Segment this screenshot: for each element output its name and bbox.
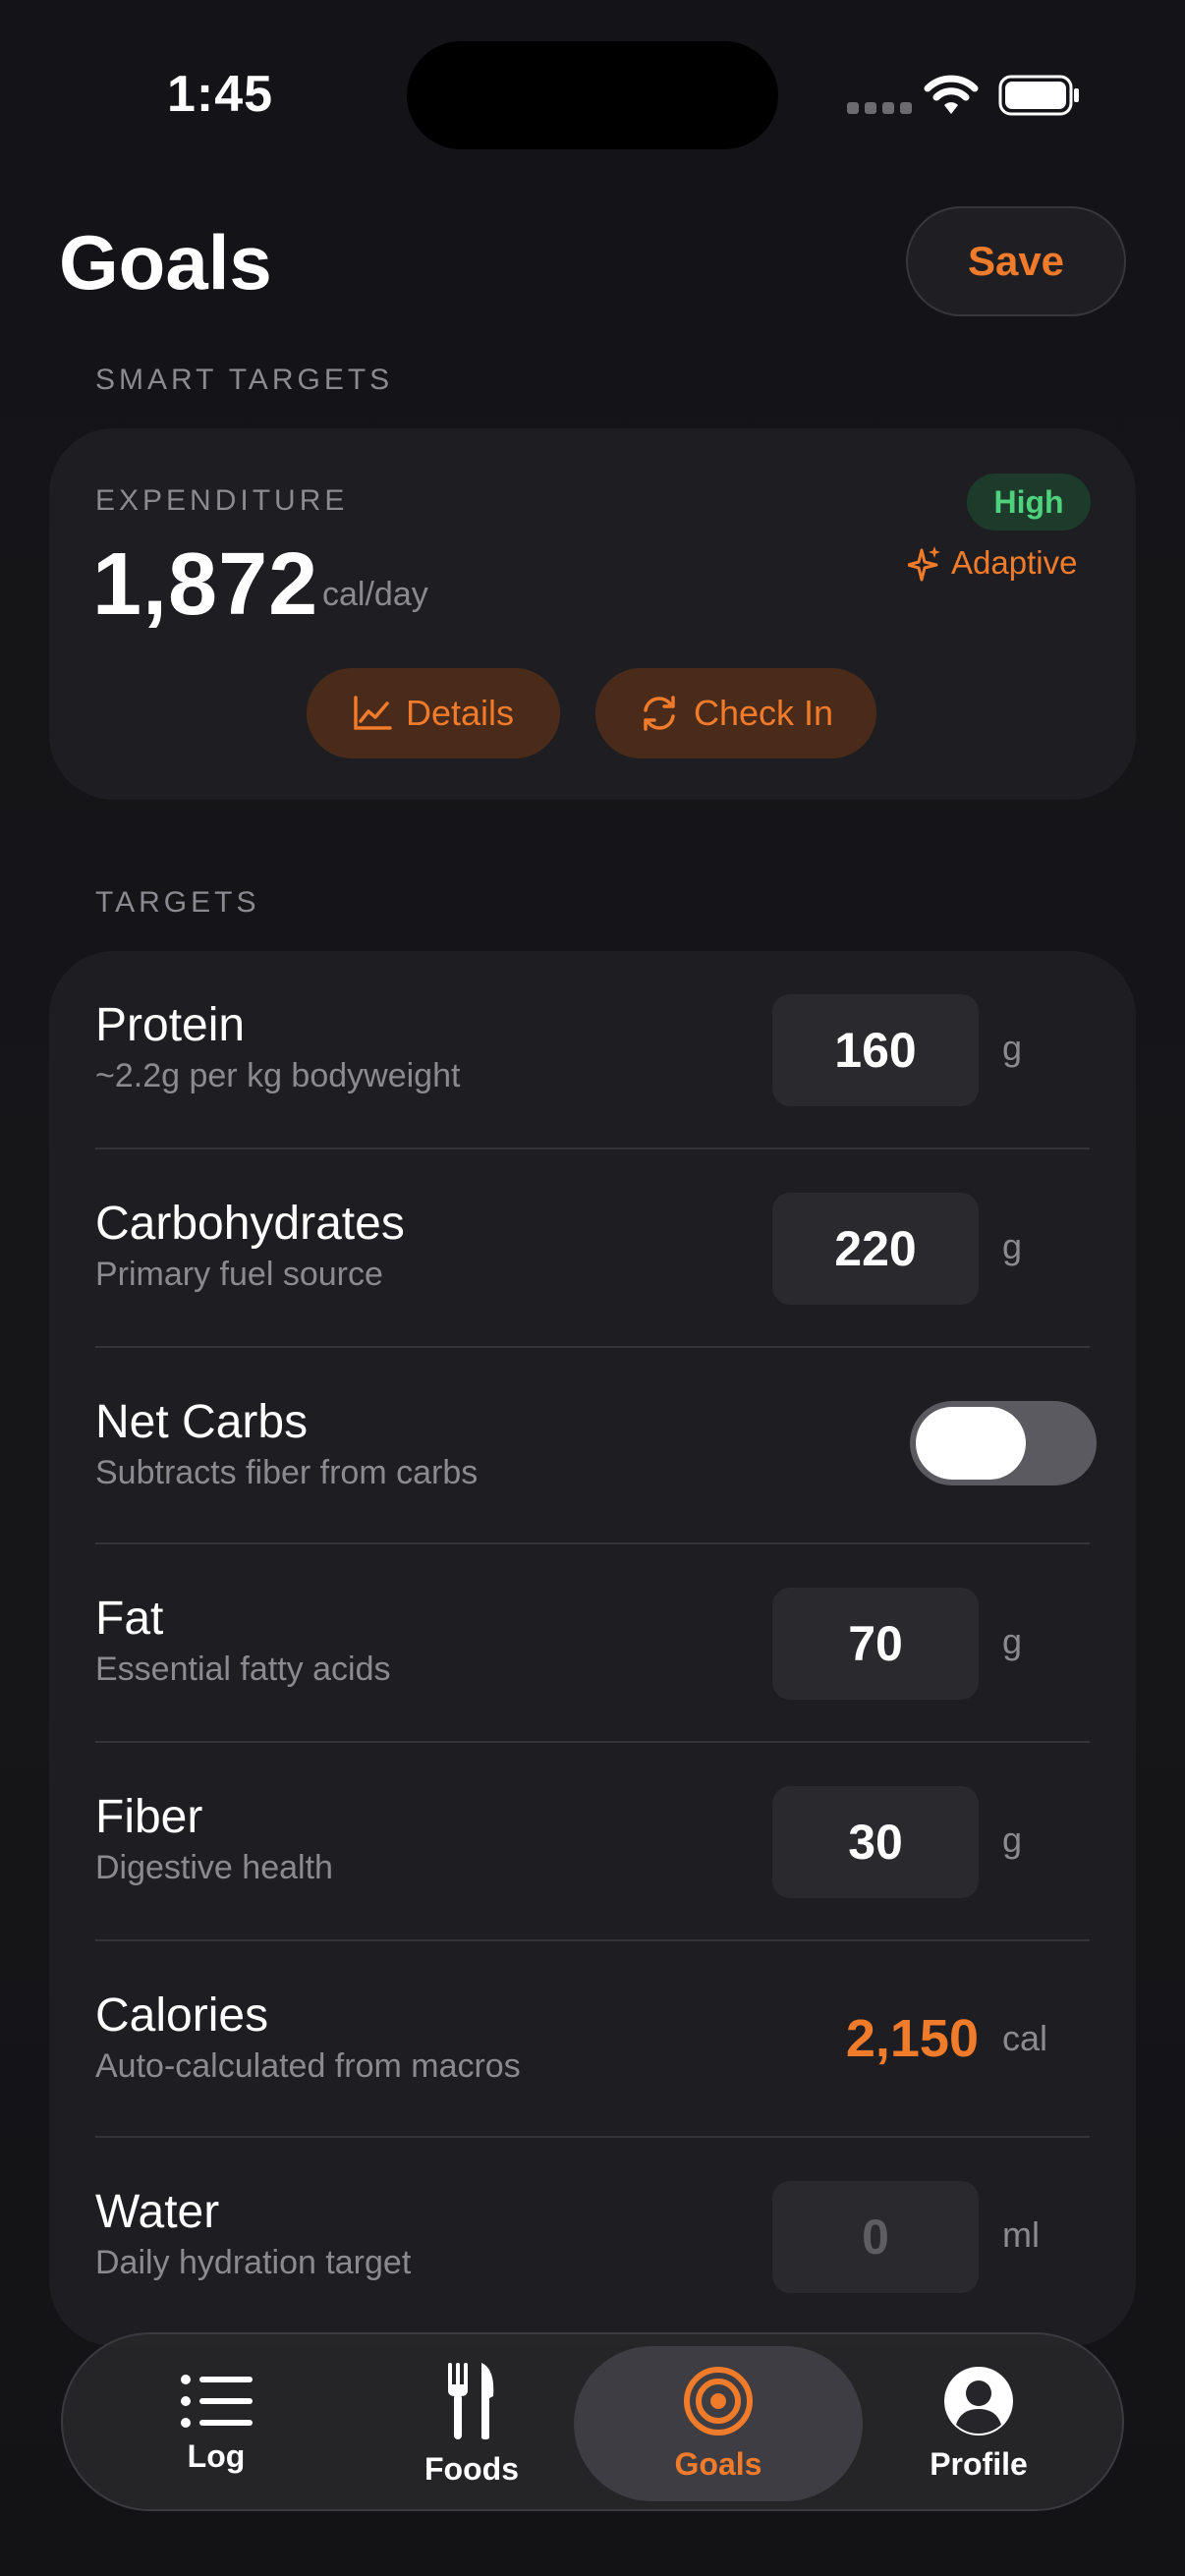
target-row-protein: Protein ~2.2g per kg bodyweight 160 g bbox=[49, 951, 1136, 1149]
target-description: Essential fatty acids bbox=[95, 1651, 391, 1688]
target-unit: g bbox=[1002, 1820, 1023, 1860]
toggle-knob bbox=[916, 1407, 1026, 1480]
target-description: Digestive health bbox=[95, 1849, 333, 1886]
tab-label: Log bbox=[187, 2437, 246, 2474]
page-title: Goals bbox=[59, 219, 272, 306]
tab-log[interactable]: Log bbox=[102, 2334, 330, 2513]
target-row-fat: Fat Essential fatty acids 70 g bbox=[49, 1544, 1136, 1743]
target-icon bbox=[684, 2366, 753, 2436]
expenditure-label: EXPENDITURE bbox=[95, 484, 349, 517]
target-name: Water bbox=[95, 2186, 220, 2238]
fat-input[interactable]: 70 bbox=[772, 1588, 979, 1700]
expenditure-unit: cal/day bbox=[322, 576, 428, 613]
target-name: Fiber bbox=[95, 1791, 203, 1843]
tab-label: Goals bbox=[674, 2445, 762, 2482]
tab-goals[interactable]: Goals bbox=[574, 2346, 863, 2501]
person-circle-icon bbox=[944, 2366, 1013, 2436]
adaptive-label: Adaptive bbox=[951, 544, 1078, 581]
tab-label: Foods bbox=[424, 2450, 519, 2487]
details-button[interactable]: Details bbox=[307, 668, 560, 758]
target-row-water: Water Daily hydration target 0 ml bbox=[49, 2138, 1136, 2336]
details-label: Details bbox=[405, 693, 515, 733]
line-chart-icon bbox=[354, 696, 392, 730]
expenditure-card: EXPENDITURE 1,872 cal/day High Adaptive … bbox=[49, 428, 1136, 800]
target-description: Primary fuel source bbox=[95, 1256, 383, 1293]
cellular-signal-icon bbox=[847, 102, 912, 114]
tab-foods[interactable]: Foods bbox=[358, 2334, 586, 2513]
section-label-smart-targets: SMART TARGETS bbox=[95, 364, 394, 396]
tab-label: Profile bbox=[930, 2445, 1028, 2482]
tab-bar: Log Foods Goals Profile bbox=[61, 2332, 1124, 2511]
target-name: Protein bbox=[95, 999, 246, 1051]
target-row-carbohydrates: Carbohydrates Primary fuel source 220 g bbox=[49, 1149, 1136, 1348]
wifi-icon bbox=[924, 75, 979, 114]
fiber-input[interactable]: 30 bbox=[772, 1786, 979, 1898]
net-carbs-toggle[interactable] bbox=[910, 1401, 1097, 1485]
target-row-fiber: Fiber Digestive health 30 g bbox=[49, 1743, 1136, 1941]
target-name: Net Carbs bbox=[95, 1396, 309, 1448]
goals-screen: 1:45 Goals Save SMART TARGETS EXPENDITUR… bbox=[0, 0, 1185, 2576]
sparkle-icon bbox=[908, 546, 940, 582]
check-in-button[interactable]: Check In bbox=[595, 668, 876, 758]
list-icon bbox=[181, 2374, 253, 2428]
status-time: 1:45 bbox=[167, 66, 274, 123]
target-row-calories: Calories Auto-calculated from macros 2,1… bbox=[49, 1941, 1136, 2138]
carbohydrates-input[interactable]: 220 bbox=[772, 1193, 979, 1305]
target-name: Calories bbox=[95, 1989, 269, 2042]
check-in-label: Check In bbox=[693, 693, 834, 733]
target-description: Subtracts fiber from carbs bbox=[95, 1454, 479, 1491]
adaptive-indicator: Adaptive bbox=[908, 544, 1077, 582]
targets-card: Protein ~2.2g per kg bodyweight 160 g Ca… bbox=[49, 951, 1136, 2346]
target-unit: g bbox=[1002, 1621, 1023, 1661]
protein-input[interactable]: 160 bbox=[772, 994, 979, 1106]
section-label-targets: TARGETS bbox=[95, 886, 260, 919]
target-name: Carbohydrates bbox=[95, 1198, 405, 1250]
target-unit: g bbox=[1002, 1226, 1023, 1266]
target-description: Auto-calculated from macros bbox=[95, 2047, 521, 2085]
dynamic-island bbox=[407, 41, 778, 149]
target-unit: cal bbox=[1002, 2018, 1048, 2058]
battery-icon bbox=[998, 75, 1079, 116]
save-button[interactable]: Save bbox=[906, 206, 1126, 316]
target-row-net-carbs: Net Carbs Subtracts fiber from carbs bbox=[49, 1348, 1136, 1544]
water-input[interactable]: 0 bbox=[772, 2181, 979, 2293]
calories-value: 2,150 bbox=[845, 2009, 979, 2068]
target-description: Daily hydration target bbox=[95, 2244, 412, 2281]
target-name: Fat bbox=[95, 1593, 164, 1645]
target-unit: ml bbox=[1002, 2214, 1040, 2255]
expenditure-value: 1,872 bbox=[92, 535, 319, 634]
target-description: ~2.2g per kg bodyweight bbox=[95, 1057, 461, 1094]
fork-knife-icon bbox=[448, 2362, 494, 2439]
tab-profile[interactable]: Profile bbox=[865, 2334, 1093, 2513]
confidence-badge: High bbox=[967, 474, 1091, 531]
target-unit: g bbox=[1002, 1028, 1023, 1068]
refresh-icon bbox=[644, 696, 675, 731]
